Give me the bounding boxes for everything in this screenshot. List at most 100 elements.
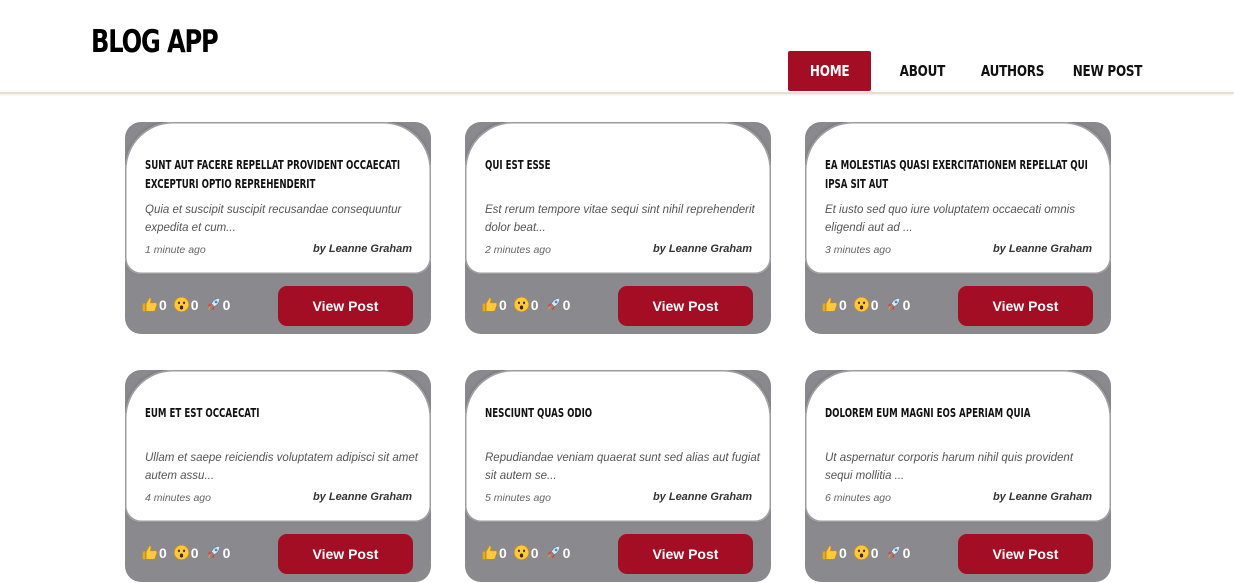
- post-author: by Leanne Graham: [652, 243, 752, 255]
- post-timestamp: 5 minutes ago: [485, 492, 551, 504]
- wow-face-icon: [513, 544, 530, 561]
- wow-count: 0: [870, 296, 879, 313]
- thumbs-up-reaction[interactable]: 0: [821, 544, 847, 561]
- rocket-reaction[interactable]: 0: [545, 544, 571, 561]
- post-card: qui est esse Est rerum tempore vitae seq…: [465, 122, 771, 334]
- thumbs-up-reaction[interactable]: 0: [481, 296, 507, 313]
- view-post-button[interactable]: View Post: [958, 534, 1093, 574]
- view-post-button[interactable]: View Post: [618, 286, 753, 326]
- thumbs-up-icon: [141, 296, 158, 313]
- post-card-content: nesciunt quas odio Repudiandae veniam qu…: [465, 370, 771, 522]
- thumbs-up-reaction[interactable]: 0: [141, 296, 167, 313]
- thumbs-up-icon: [481, 544, 498, 561]
- thumbs-up-icon: [821, 296, 838, 313]
- thumbs-up-reaction[interactable]: 0: [141, 544, 167, 561]
- post-card: nesciunt quas odio Repudiandae veniam qu…: [465, 370, 771, 582]
- post-card-content: ea molestias quasi exercitationem repell…: [805, 122, 1111, 274]
- view-post-button[interactable]: View Post: [278, 286, 413, 326]
- thumbs-up-reaction[interactable]: 0: [821, 296, 847, 313]
- thumbs-up-icon: [141, 544, 158, 561]
- rocket-reaction[interactable]: 0: [545, 296, 571, 313]
- rocket-reaction[interactable]: 0: [205, 296, 231, 313]
- view-post-button[interactable]: View Post: [618, 534, 753, 574]
- rocket-icon: [545, 544, 562, 561]
- rocket-count: 0: [902, 544, 911, 561]
- wow-reaction[interactable]: 0: [513, 296, 539, 313]
- rocket-icon: [205, 544, 222, 561]
- thumbs-up-count: 0: [159, 296, 167, 313]
- thumbs-up-count: 0: [839, 544, 847, 561]
- rocket-icon: [885, 544, 902, 561]
- wow-face-icon: [853, 296, 870, 313]
- post-title: qui est esse: [485, 158, 551, 172]
- rocket-count: 0: [222, 296, 231, 313]
- rocket-icon: [205, 296, 222, 313]
- thumbs-up-count: 0: [159, 544, 167, 561]
- rocket-reaction[interactable]: 0: [885, 544, 911, 561]
- post-author: by Leanne Graham: [992, 491, 1092, 503]
- post-card-content: qui est esse Est rerum tempore vitae seq…: [465, 122, 771, 274]
- nav-authors-label: AUTHORS: [981, 62, 1045, 80]
- post-title: sunt aut facere repellat provident occae…: [145, 158, 401, 191]
- nav-about[interactable]: ABOUT: [871, 51, 973, 91]
- post-excerpt: Ut aspernatur corporis harum nihil quis …: [825, 452, 1074, 482]
- reaction-bar: 0 0 0: [481, 544, 576, 561]
- wow-count: 0: [870, 544, 879, 561]
- wow-reaction[interactable]: 0: [853, 296, 879, 313]
- nav-about-label: ABOUT: [899, 62, 945, 80]
- wow-count: 0: [190, 296, 199, 313]
- wow-face-icon: [513, 296, 530, 313]
- nav-new-post-label: NEW POST: [1072, 62, 1142, 80]
- post-card-content: sunt aut facere repellat provident occae…: [125, 122, 431, 274]
- reaction-bar: 0 0 0: [141, 544, 236, 561]
- wow-reaction[interactable]: 0: [173, 296, 199, 313]
- main-nav: HOME ABOUT AUTHORS NEW POST: [788, 51, 1161, 91]
- rocket-reaction[interactable]: 0: [885, 296, 911, 313]
- app-logo[interactable]: BLOG APP: [91, 24, 219, 60]
- post-card: ea molestias quasi exercitationem repell…: [805, 122, 1111, 334]
- nav-authors[interactable]: AUTHORS: [973, 51, 1053, 91]
- wow-face-icon: [173, 296, 190, 313]
- thumbs-up-icon: [481, 296, 498, 313]
- post-card: sunt aut facere repellat provident occae…: [125, 122, 431, 334]
- nav-home[interactable]: HOME: [788, 51, 871, 91]
- thumbs-up-count: 0: [499, 296, 507, 313]
- rocket-count: 0: [902, 296, 911, 313]
- thumbs-up-count: 0: [839, 296, 847, 313]
- rocket-count: 0: [562, 544, 571, 561]
- post-excerpt: Ullam et saepe reiciendis voluptatem adi…: [145, 452, 418, 482]
- wow-reaction[interactable]: 0: [173, 544, 199, 561]
- wow-face-icon: [853, 544, 870, 561]
- post-timestamp: 1 minute ago: [145, 244, 206, 256]
- post-excerpt: Repudiandae veniam quaerat sunt sed alia…: [485, 452, 760, 482]
- nav-new-post[interactable]: NEW POST: [1053, 51, 1161, 91]
- app-header: BLOG APP HOME ABOUT AUTHORS NEW POST: [0, 0, 1234, 94]
- thumbs-up-reaction[interactable]: 0: [481, 544, 507, 561]
- wow-reaction[interactable]: 0: [853, 544, 879, 561]
- post-author: by Leanne Graham: [992, 243, 1092, 255]
- post-card-content: eum et est occaecati Ullam et saepe reic…: [125, 370, 431, 522]
- reaction-bar: 0 0 0: [821, 296, 916, 313]
- post-timestamp: 4 minutes ago: [145, 492, 211, 504]
- post-title: ea molestias quasi exercitationem repell…: [825, 158, 1088, 191]
- post-card: dolorem eum magni eos aperiam quia Ut as…: [805, 370, 1111, 582]
- post-timestamp: 3 minutes ago: [825, 244, 891, 256]
- reaction-bar: 0 0 0: [481, 296, 576, 313]
- wow-reaction[interactable]: 0: [513, 544, 539, 561]
- post-title: eum et est occaecati: [145, 406, 260, 420]
- post-card: eum et est occaecati Ullam et saepe reic…: [125, 370, 431, 582]
- post-excerpt: Est rerum tempore vitae sequi sint nihil…: [485, 204, 755, 234]
- wow-count: 0: [530, 296, 539, 313]
- rocket-count: 0: [562, 296, 571, 313]
- view-post-button[interactable]: View Post: [958, 286, 1093, 326]
- rocket-icon: [545, 296, 562, 313]
- post-author: by Leanne Graham: [312, 243, 412, 255]
- wow-count: 0: [530, 544, 539, 561]
- post-title: dolorem eum magni eos aperiam quia: [825, 406, 1031, 420]
- nav-home-label: HOME: [809, 62, 850, 80]
- rocket-reaction[interactable]: 0: [205, 544, 230, 561]
- view-post-button[interactable]: View Post: [278, 534, 413, 574]
- post-excerpt: Quia et suscipit suscipit recusandae con…: [145, 204, 402, 234]
- post-timestamp: 2 minutes ago: [485, 244, 551, 256]
- post-title: nesciunt quas odio: [485, 406, 593, 420]
